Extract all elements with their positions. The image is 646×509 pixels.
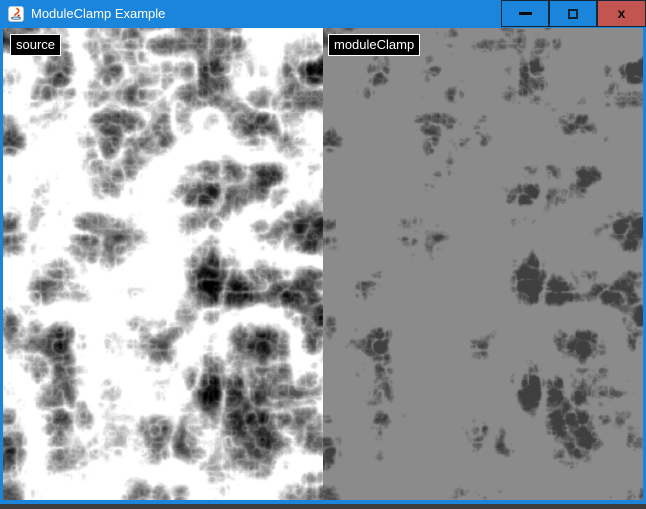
window-shadow-strip xyxy=(0,504,646,509)
titlebar[interactable]: ModuleClamp Example x xyxy=(0,0,646,28)
maximize-icon xyxy=(568,9,578,19)
moduleclamp-panel: moduleClamp xyxy=(323,28,643,500)
window-controls: x xyxy=(501,0,646,27)
window: ModuleClamp Example x source moduleClamp xyxy=(0,0,646,509)
minimize-icon xyxy=(519,12,532,15)
clamped-noise-image xyxy=(323,28,643,500)
minimize-button[interactable] xyxy=(501,0,549,27)
source-label: source xyxy=(10,34,61,56)
close-icon: x xyxy=(618,6,626,20)
java-app-icon xyxy=(8,6,24,22)
maximize-button[interactable] xyxy=(549,0,597,27)
window-border-left xyxy=(0,28,3,500)
source-noise-image xyxy=(3,28,323,500)
close-button[interactable]: x xyxy=(597,0,646,27)
window-title: ModuleClamp Example xyxy=(31,0,165,28)
moduleclamp-label: moduleClamp xyxy=(328,34,420,56)
client-area: source moduleClamp xyxy=(3,28,643,500)
source-panel: source xyxy=(3,28,323,500)
